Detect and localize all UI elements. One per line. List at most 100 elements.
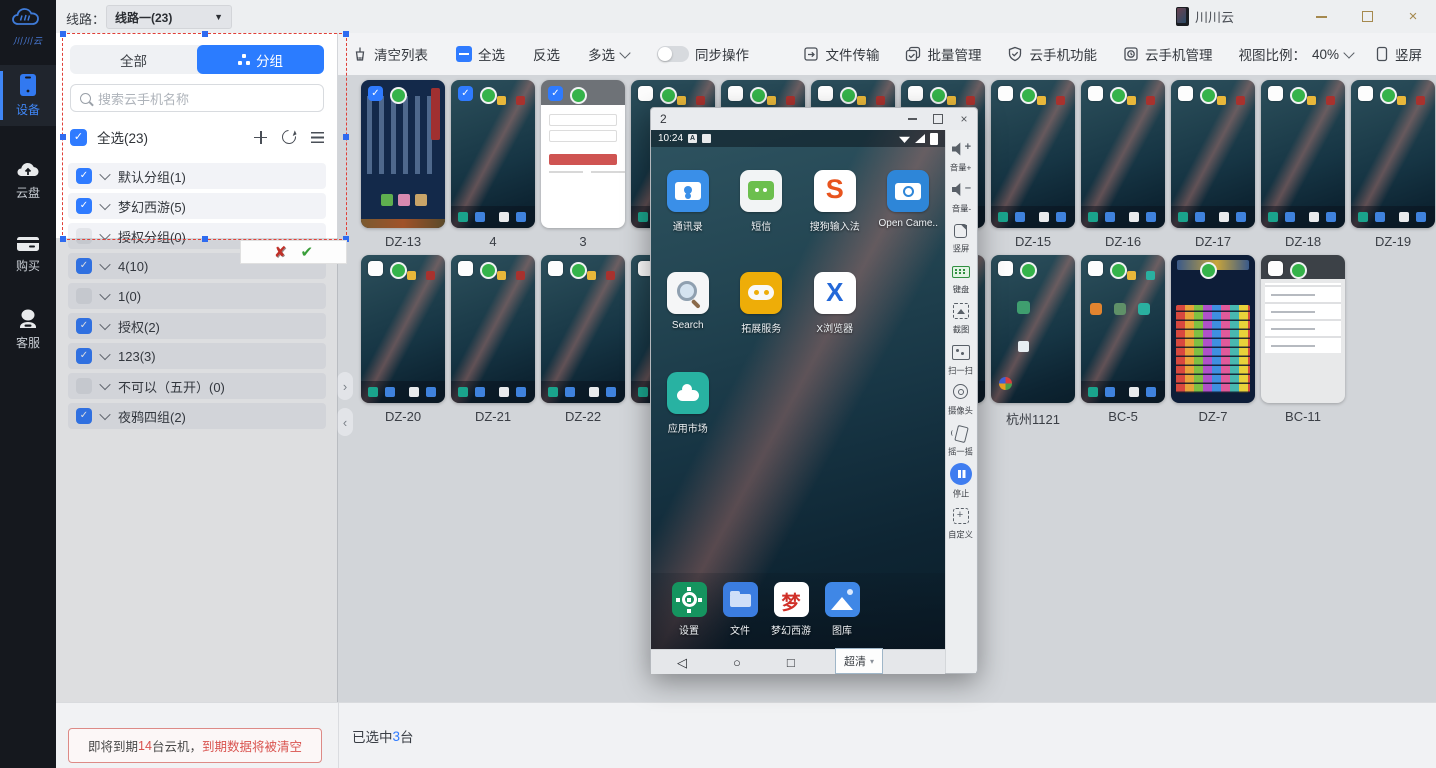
- device-checkbox[interactable]: [1268, 86, 1283, 101]
- phone-tool-icon[interactable]: [951, 220, 971, 240]
- device-thumbnail[interactable]: DZ-21: [448, 255, 538, 425]
- app-icon[interactable]: [667, 372, 709, 414]
- phone-tool-icon[interactable]: [951, 139, 971, 159]
- group-checkbox[interactable]: [76, 318, 92, 334]
- expiry-warning[interactable]: 即将到期14台云机，到期数据将被清空: [68, 728, 322, 763]
- phone-tool-icon[interactable]: [951, 261, 971, 281]
- phone-minimize-button[interactable]: [899, 108, 925, 130]
- phone-tool-icon[interactable]: [951, 342, 971, 362]
- back-button[interactable]: ◁: [677, 656, 687, 669]
- app-icon[interactable]: [740, 272, 782, 314]
- device-screenshot[interactable]: [361, 255, 445, 403]
- sidebar-item-support[interactable]: 客服: [0, 308, 56, 351]
- device-thumbnail[interactable]: DZ-22: [538, 255, 628, 425]
- group-checkbox[interactable]: [76, 348, 92, 364]
- device-screenshot[interactable]: [451, 80, 535, 228]
- group-checkbox[interactable]: [76, 258, 92, 274]
- chevron-down-icon[interactable]: [99, 289, 110, 300]
- clear-list-button[interactable]: 清空列表: [352, 44, 428, 64]
- phone-tool[interactable]: 键盘: [946, 261, 976, 296]
- device-screenshot[interactable]: [1261, 80, 1345, 228]
- group-checkbox[interactable]: [76, 288, 92, 304]
- dock-app-icon[interactable]: [825, 582, 860, 617]
- phone-tool-icon[interactable]: [951, 423, 971, 443]
- device-checkbox[interactable]: [1088, 261, 1103, 276]
- device-checkbox[interactable]: [1268, 261, 1283, 276]
- sidebar-item-cloud-disk[interactable]: 云盘: [0, 160, 56, 201]
- phone-tool[interactable]: 截图: [946, 301, 976, 336]
- portrait-button[interactable]: 竖屏: [1375, 44, 1422, 64]
- device-checkbox[interactable]: [998, 261, 1013, 276]
- app-shortcut[interactable]: Search: [651, 272, 725, 335]
- device-thumbnail[interactable]: BC-5: [1078, 255, 1168, 425]
- sync-operation-toggle[interactable]: 同步操作: [657, 44, 749, 64]
- group-checkbox[interactable]: [76, 378, 92, 394]
- app-icon[interactable]: [814, 272, 856, 314]
- device-checkbox[interactable]: [548, 261, 563, 276]
- device-thumbnail[interactable]: DZ-15: [988, 80, 1078, 250]
- multi-select-button[interactable]: 多选: [588, 44, 629, 64]
- phone-tool[interactable]: 音量-: [946, 180, 976, 215]
- dock-app-icon[interactable]: [723, 582, 758, 617]
- group-checkbox[interactable]: [76, 168, 92, 184]
- device-thumbnail[interactable]: 杭州1121: [988, 255, 1078, 425]
- device-checkbox[interactable]: [458, 86, 473, 101]
- phone-tool-icon[interactable]: [951, 301, 971, 321]
- line-select[interactable]: 线路一(23) ▼: [106, 5, 232, 29]
- device-checkbox[interactable]: [1178, 86, 1193, 101]
- dock-app-icon[interactable]: [672, 582, 707, 617]
- phone-tool-icon[interactable]: [951, 382, 971, 402]
- recents-button[interactable]: □: [787, 656, 795, 669]
- phone-tool[interactable]: 停止: [946, 463, 976, 500]
- phone-tool-icon[interactable]: [951, 180, 971, 200]
- device-screenshot[interactable]: [451, 255, 535, 403]
- add-group-icon[interactable]: [254, 131, 267, 144]
- app-shortcut[interactable]: 拓展服务: [725, 272, 799, 335]
- app-icon[interactable]: [667, 170, 709, 212]
- group-row[interactable]: 梦幻西游(5): [68, 193, 326, 219]
- batch-manage-button[interactable]: 批量管理: [905, 44, 981, 64]
- group-row[interactable]: 不可以（五开）(0): [68, 373, 326, 399]
- device-checkbox[interactable]: [1088, 86, 1103, 101]
- device-screenshot[interactable]: [1261, 255, 1345, 403]
- device-checkbox[interactable]: [728, 86, 743, 101]
- device-screenshot[interactable]: [541, 80, 625, 228]
- phone-functions-button[interactable]: 云手机功能: [1007, 44, 1097, 64]
- sidebar-item-purchase[interactable]: 购买: [0, 235, 56, 274]
- device-screenshot[interactable]: [361, 80, 445, 228]
- phone-manage-button[interactable]: 云手机管理: [1123, 44, 1213, 64]
- app-shortcut[interactable]: 通讯录: [651, 170, 725, 233]
- chevron-down-icon[interactable]: [99, 169, 110, 180]
- device-screenshot[interactable]: [1171, 80, 1255, 228]
- group-row[interactable]: 默认分组(1): [68, 163, 326, 189]
- device-checkbox[interactable]: [818, 86, 833, 101]
- app-shortcut[interactable]: 应用市场: [651, 372, 725, 435]
- phone-tool[interactable]: 自定义: [946, 506, 976, 541]
- phone-tool[interactable]: 扫一扫: [946, 342, 976, 377]
- search-box[interactable]: 搜索云手机名称: [70, 84, 324, 112]
- device-checkbox[interactable]: [998, 86, 1013, 101]
- app-shortcut[interactable]: X浏览器: [798, 272, 872, 335]
- home-button[interactable]: ○: [733, 656, 741, 669]
- select-all-toolbar[interactable]: 全选: [456, 44, 505, 64]
- device-checkbox[interactable]: [458, 261, 473, 276]
- panel-expand-handle[interactable]: ›: [337, 372, 353, 400]
- phone-maximize-button[interactable]: [925, 108, 951, 130]
- phone-screen[interactable]: 10:24 A 通讯录: [651, 130, 945, 649]
- group-row[interactable]: 123(3): [68, 343, 326, 369]
- toggle-off-icon[interactable]: [657, 46, 689, 62]
- device-screenshot[interactable]: [991, 80, 1075, 228]
- device-checkbox[interactable]: [548, 86, 563, 101]
- device-screenshot[interactable]: [1351, 80, 1435, 228]
- device-checkbox[interactable]: [638, 86, 653, 101]
- app-icon[interactable]: [887, 170, 929, 212]
- panel-collapse-handle[interactable]: ‹: [337, 408, 353, 436]
- cancel-selection-icon[interactable]: ✘: [274, 245, 287, 260]
- device-checkbox[interactable]: [368, 86, 383, 101]
- tab-group[interactable]: 分组: [197, 45, 324, 74]
- group-row[interactable]: 夜鸦四组(2): [68, 403, 326, 429]
- chevron-down-icon[interactable]: [99, 319, 110, 330]
- device-checkbox[interactable]: [908, 86, 923, 101]
- app-icon[interactable]: [814, 170, 856, 212]
- refresh-icon[interactable]: [279, 127, 299, 147]
